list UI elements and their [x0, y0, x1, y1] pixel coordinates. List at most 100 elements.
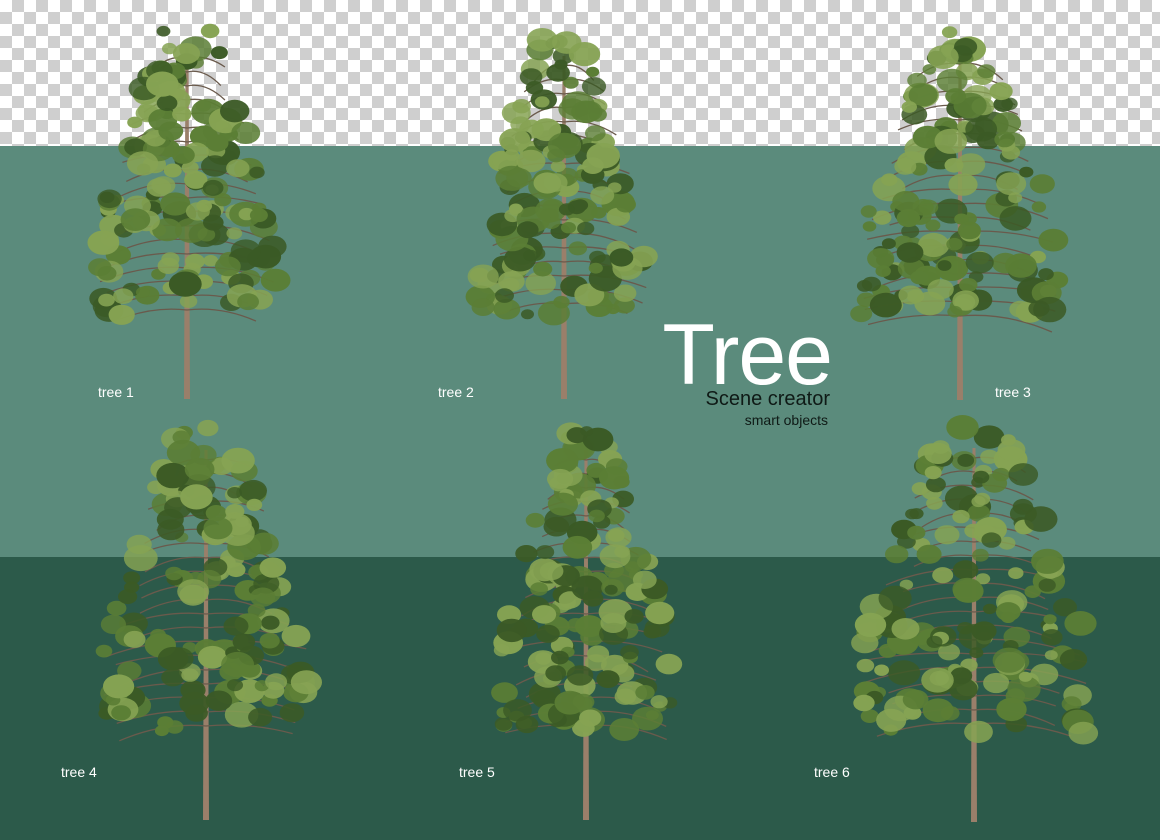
tree-foliage — [532, 605, 557, 624]
tree-foliage — [201, 155, 229, 177]
tree-6-image — [851, 414, 1136, 828]
tree-foliage — [158, 121, 184, 141]
tree-foliage — [927, 45, 959, 69]
tree-foliage — [543, 516, 570, 537]
tree-4-image — [95, 416, 356, 826]
tree-drawing — [851, 415, 1099, 822]
tree-foliage — [1031, 548, 1064, 574]
tree-foliage — [547, 132, 582, 159]
tree-foliage — [869, 292, 902, 318]
tree-foliage — [126, 151, 159, 176]
tree-foliage — [1005, 253, 1037, 278]
tree-foliage — [1019, 166, 1034, 178]
tree-foliage — [279, 703, 305, 723]
tree-foliage — [946, 237, 963, 251]
tree-foliage — [861, 276, 881, 292]
tree-foliage — [589, 250, 606, 264]
tree-foliage — [146, 178, 172, 197]
tree-foliage — [894, 158, 917, 175]
tree-foliage — [995, 602, 1021, 622]
tree-foliage — [163, 163, 182, 178]
tree-foliage — [862, 221, 877, 232]
tree-foliage — [969, 647, 984, 659]
tree-foliage — [885, 545, 909, 564]
tree-foliage — [496, 618, 527, 643]
tree-foliage — [579, 709, 602, 727]
tree-foliage — [530, 582, 548, 596]
tree-foliage — [581, 77, 607, 96]
tree-foliage — [161, 252, 180, 267]
tree-foliage — [896, 209, 921, 228]
tree-foliage — [582, 590, 604, 607]
tree-foliage — [184, 457, 215, 481]
tree-3-image — [850, 20, 1096, 406]
tree-foliage — [965, 251, 994, 274]
tree-foliage — [929, 670, 949, 686]
tree-foliage — [881, 173, 898, 186]
tree-foliage — [586, 142, 620, 169]
tree-foliage — [146, 71, 179, 97]
tree-foliage — [536, 624, 560, 643]
tree-foliage — [850, 305, 873, 323]
tree-foliage — [941, 26, 958, 39]
tree-foliage — [156, 25, 171, 37]
tree-foliage — [227, 487, 243, 499]
tree-foliage — [957, 221, 981, 240]
tree-foliage — [123, 630, 146, 648]
tree-foliage — [495, 288, 514, 303]
tree-drawing — [465, 28, 658, 399]
tree-foliage — [1044, 650, 1058, 661]
tree-foliage — [948, 173, 978, 196]
tree-foliage — [580, 426, 594, 437]
tree-foliage — [875, 265, 891, 277]
tree-foliage — [878, 585, 912, 612]
tree-foliage — [249, 208, 268, 223]
tree-foliage — [901, 101, 917, 113]
tree-foliage — [907, 72, 927, 88]
tree-foliage — [547, 492, 578, 516]
tree-foliage — [203, 214, 224, 231]
tree-foliage — [179, 691, 210, 715]
tree-foliage — [471, 298, 495, 317]
tree-foliage — [203, 517, 233, 540]
tree-foliage — [515, 545, 538, 563]
tree-foliage — [925, 219, 941, 232]
tree-foliage — [136, 286, 150, 298]
tree-foliage — [467, 264, 499, 289]
tree-foliage — [910, 270, 929, 285]
tree-foliage — [536, 545, 555, 560]
tree-foliage — [591, 207, 607, 219]
tree-foliage — [924, 466, 942, 480]
tree-foliage — [934, 525, 960, 545]
tree-foliage — [165, 566, 183, 581]
tree-foliage — [994, 131, 1015, 148]
tree-foliage — [226, 159, 250, 178]
tree-foliage — [539, 562, 564, 581]
tree-foliage — [1009, 300, 1032, 318]
tree-foliage — [248, 707, 273, 727]
tree-foliage — [546, 63, 570, 82]
tree-foliage — [1024, 585, 1041, 598]
tree-foliage — [881, 238, 896, 250]
tree-foliage — [856, 658, 875, 673]
tree-foliage — [635, 685, 655, 700]
tree-foliage — [534, 96, 550, 108]
tree-foliage — [1024, 506, 1058, 532]
tree-foliage — [892, 190, 920, 212]
tree-1-label: tree 1 — [98, 384, 134, 400]
tree-foliage — [874, 664, 889, 676]
tree-branch — [186, 84, 226, 101]
tree-foliage — [160, 192, 191, 216]
tree-drawing — [491, 422, 683, 820]
tree-6-label: tree 6 — [814, 764, 850, 780]
tree-foliage — [959, 278, 978, 292]
tree-foliage — [260, 268, 291, 292]
tree-foliage — [902, 689, 929, 710]
tree-foliage — [108, 304, 135, 325]
tree-foliage — [172, 146, 195, 164]
tree-foliage — [118, 589, 138, 605]
tree-foliage — [1018, 671, 1032, 682]
tree-3-label: tree 3 — [995, 384, 1031, 400]
tree-foliage — [645, 601, 675, 625]
tree-foliage — [1031, 201, 1047, 213]
